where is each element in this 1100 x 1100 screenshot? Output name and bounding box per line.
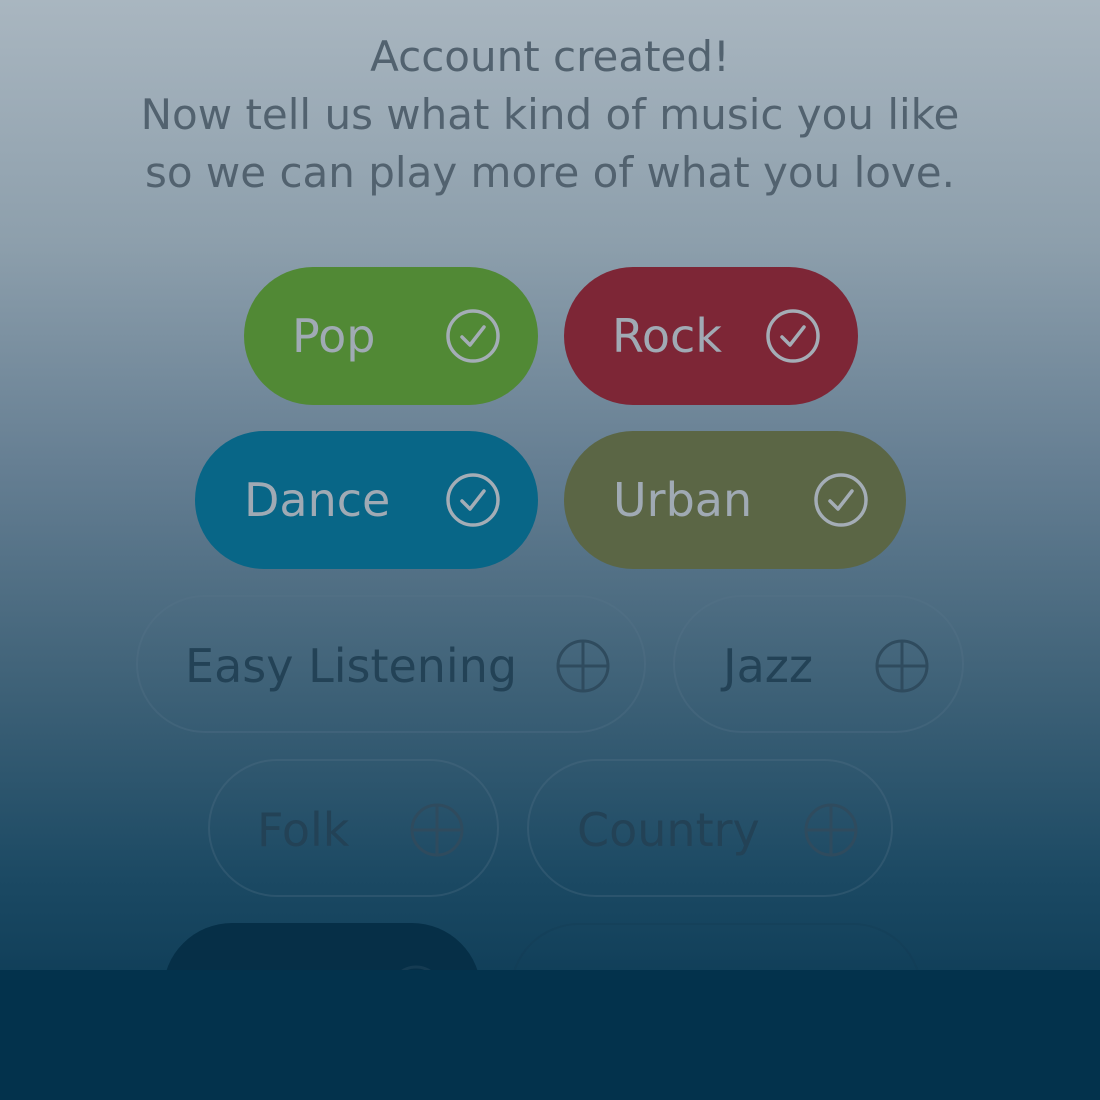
genre-pill-folk[interactable]: Folk <box>208 759 499 897</box>
plus-circle-icon <box>804 803 858 857</box>
plus-circle-icon <box>410 803 464 857</box>
check-circle-icon <box>446 309 500 363</box>
check-circle-icon <box>814 473 868 527</box>
check-circle-icon <box>766 309 820 363</box>
plus-circle-icon <box>875 639 929 693</box>
genre-label-easy-listening: Easy Listening <box>185 639 518 693</box>
genre-pill-rock[interactable]: Rock <box>564 267 858 405</box>
genre-label-jazz: Jazz <box>723 639 814 693</box>
genre-pill-easy-listening[interactable]: Easy Listening <box>136 595 646 733</box>
genre-pill-dance[interactable]: Dance <box>195 431 538 569</box>
header-subtitle-line1: Now tell us what kind of music you like <box>140 90 960 139</box>
genre-label-pop: Pop <box>292 309 376 363</box>
genre-pill-jazz[interactable]: Jazz <box>673 595 964 733</box>
genre-label-dance: Dance <box>244 473 391 527</box>
check-circle-icon <box>446 473 500 527</box>
header-subtitle-line2: so we can play more of what you love. <box>145 148 955 197</box>
onboarding-header: Account created! Now tell us what kind o… <box>0 28 1100 202</box>
genre-pill-pop[interactable]: Pop <box>244 267 538 405</box>
genre-pill-urban[interactable]: Urban <box>564 431 906 569</box>
genre-label-urban: Urban <box>613 473 753 527</box>
genre-label-country: Country <box>577 803 760 857</box>
genre-label-folk: Folk <box>257 803 350 857</box>
header-title: Account created! <box>370 32 730 81</box>
plus-circle-icon <box>556 639 610 693</box>
genre-label-rock: Rock <box>612 309 722 363</box>
bottom-bar <box>0 970 1100 1100</box>
genre-pill-country[interactable]: Country <box>527 759 893 897</box>
